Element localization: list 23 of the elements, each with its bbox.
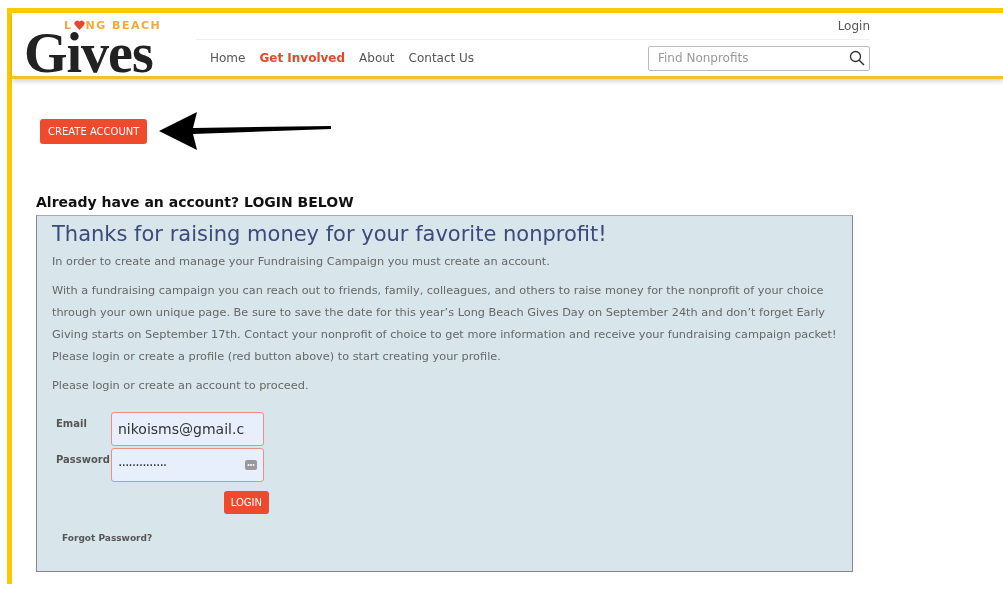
field-label: Password: [56, 453, 111, 467]
search-field[interactable]: Find Nonprofits: [648, 45, 870, 71]
nav-link[interactable]: Home: [210, 51, 246, 66]
create-account-button[interactable]: CREATE ACCOUNT: [40, 118, 148, 144]
field-label: Email: [56, 417, 88, 431]
logo-text: NG BEACH: [85, 18, 162, 32]
logo-wordmark[interactable]: Gives: [24, 31, 196, 75]
password-field[interactable]: ··············: [111, 448, 264, 482]
heart-icon: [73, 20, 85, 30]
login-button[interactable]: LOGIN: [223, 491, 269, 514]
paragraph: With a fundraising campaign you can reach out to friends, family, colleagues, and others to raise money for the nonprofit of your choice through your own unique page. Be sure to save the date for this year’s Long Beach Gives Day on September 24th and don’t forget Early Giving starts on September 17th. Contact your nonprofit of choice to get more information and receive your fundraising campaign packet! Please login or create a profile (red button above) to start creating your profile.: [52, 283, 837, 365]
panel-title: Thanks for raising money for your favorite nonprofit!: [52, 222, 608, 246]
paragraph: In order to create and manage your Fundraising Campaign you must create an account.: [52, 254, 551, 270]
nav-link[interactable]: Get Involved: [259, 51, 346, 66]
section-heading: Already have an account? LOGIN BELOW: [36, 194, 355, 210]
login-link[interactable]: Login: [837, 19, 870, 34]
paragraph: Please login or create an account to proceed.: [52, 378, 310, 394]
nav-link[interactable]: Contact Us: [408, 51, 475, 66]
email-field[interactable]: nikoisms@gmail.c: [111, 412, 264, 446]
forgot-password-link[interactable]: Forgot Password?: [62, 533, 153, 543]
nav-link[interactable]: About: [359, 51, 395, 66]
search-icon[interactable]: [849, 49, 865, 66]
logo-text: L: [64, 18, 73, 32]
